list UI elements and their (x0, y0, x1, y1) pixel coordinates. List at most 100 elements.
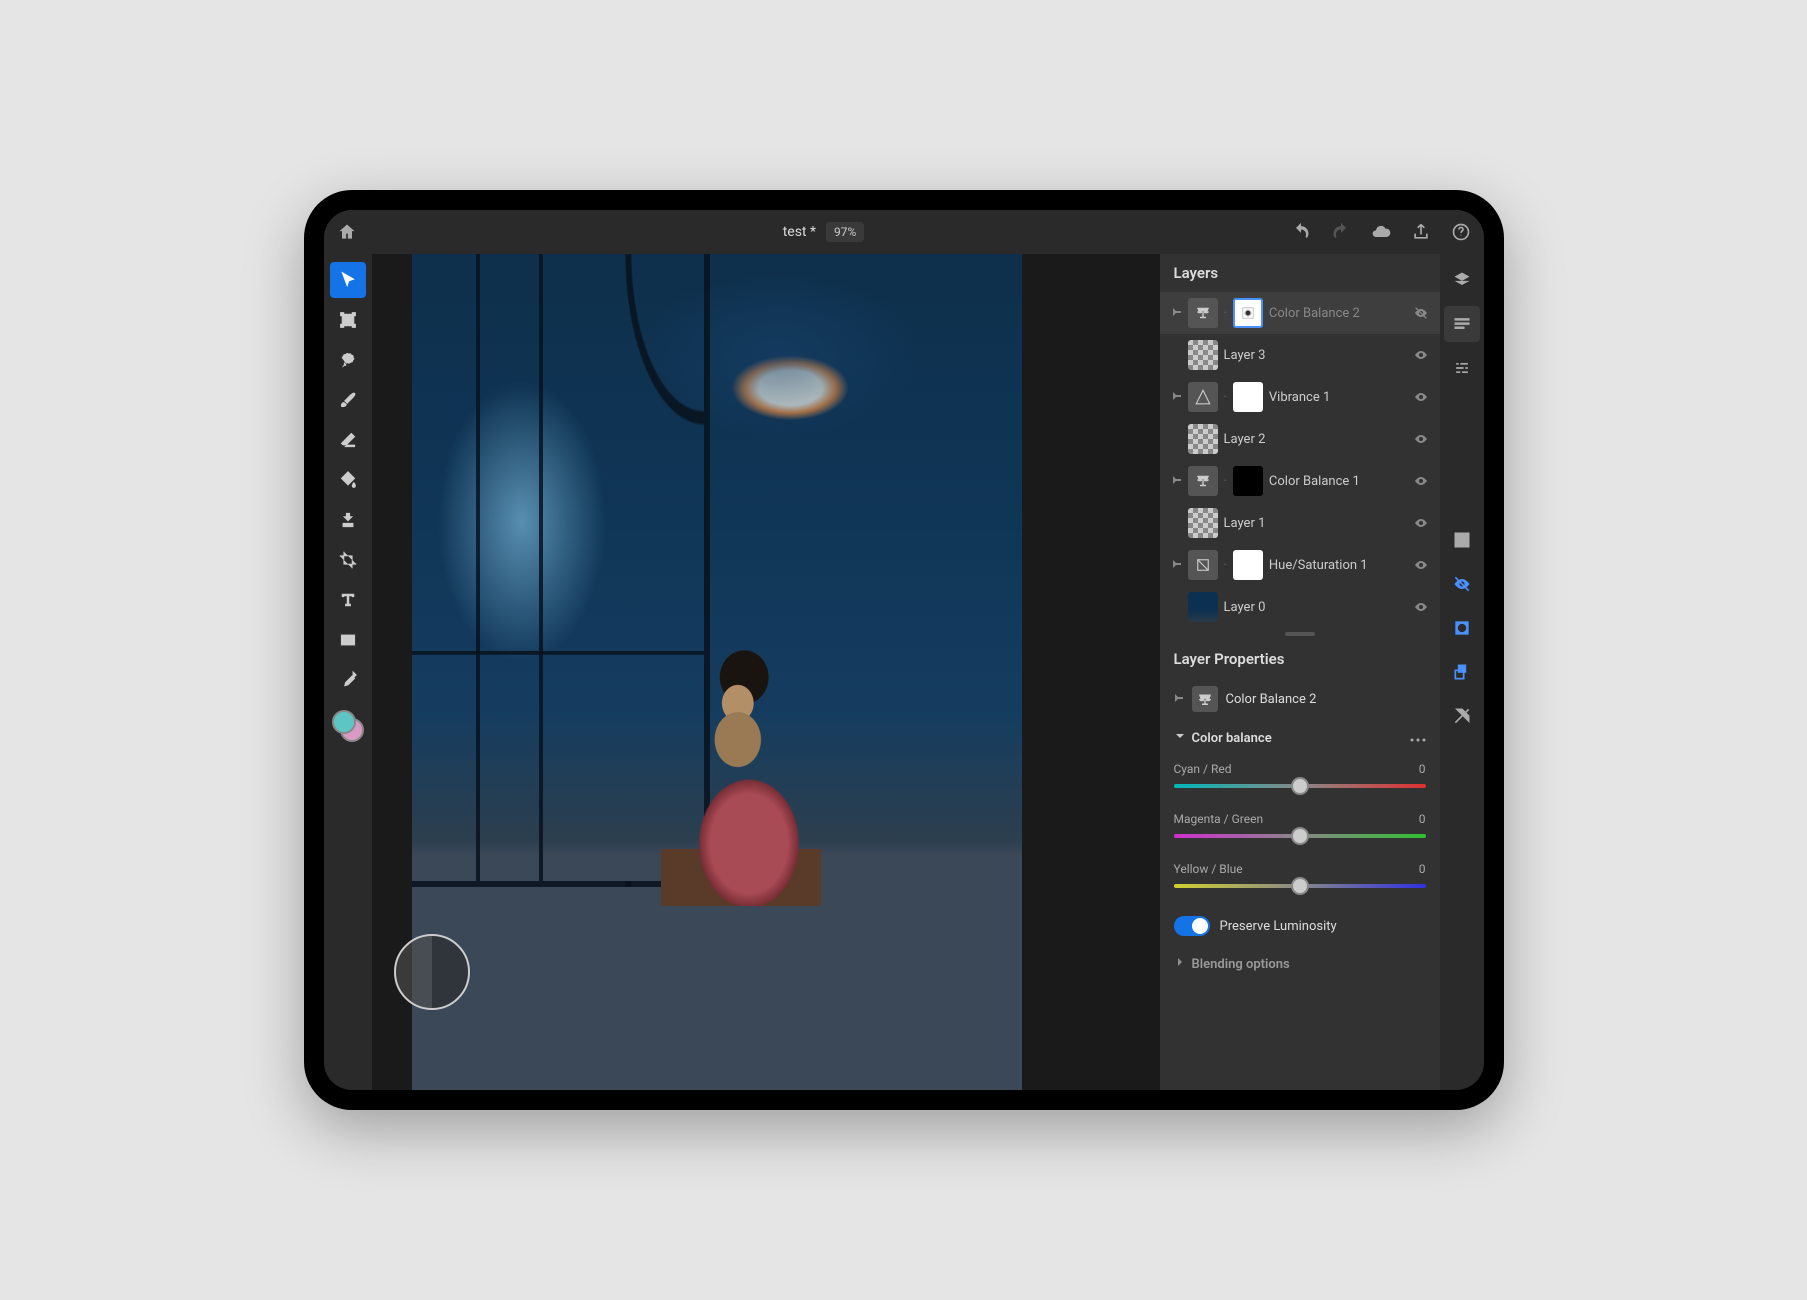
move-tool[interactable] (330, 262, 366, 298)
clip-indicator-icon (1170, 433, 1182, 445)
slider-value: 0 (1419, 812, 1426, 826)
slider-track[interactable] (1174, 784, 1426, 788)
layer-name-label[interactable]: Color Balance 1 (1269, 474, 1406, 489)
redo-button[interactable] (1330, 221, 1352, 243)
blending-options-title: Blending options (1192, 957, 1290, 972)
layers-tab-icon[interactable] (1444, 262, 1480, 298)
visibility-toggle-icon[interactable] (1412, 514, 1430, 532)
layer-thumbnail[interactable] (1188, 550, 1218, 580)
section-more-button[interactable] (1410, 731, 1426, 746)
layer-name-label[interactable]: Vibrance 1 (1269, 390, 1406, 405)
visibility-toggle-icon[interactable] (1412, 556, 1430, 574)
add-layer-button[interactable] (1444, 522, 1480, 558)
place-image-tool[interactable] (330, 622, 366, 658)
color-balance-sliders: Cyan / Red 0 Magenta / Green 0 Yellow / … (1160, 756, 1440, 906)
zoom-level[interactable]: 97% (826, 222, 864, 242)
color-balance-section-title: Color balance (1192, 731, 1272, 746)
layer-properties-name: Color Balance 2 (1226, 692, 1317, 707)
layer-thumbnail[interactable] (1188, 340, 1218, 370)
layer-name-label[interactable]: Color Balance 2 (1269, 306, 1406, 321)
layer-mask-thumbnail[interactable] (1233, 466, 1263, 496)
layer-properties-tab-icon[interactable] (1444, 306, 1480, 342)
blending-options-section-header[interactable]: Blending options (1160, 946, 1440, 982)
crop-tool[interactable] (330, 542, 366, 578)
layer-name-label[interactable]: Layer 2 (1224, 432, 1406, 447)
clip-indicator-icon (1170, 349, 1182, 361)
layer-row[interactable]: · Vibrance 1 (1160, 376, 1440, 418)
layer-row[interactable]: · Hue/Saturation 1 (1160, 544, 1440, 586)
chevron-down-icon (1174, 730, 1186, 746)
layer-thumbnail[interactable] (1188, 592, 1218, 622)
visibility-toggle-icon[interactable] (1412, 472, 1430, 490)
mask-action-icon[interactable] (1444, 610, 1480, 646)
layer-thumbnail[interactable] (1188, 424, 1218, 454)
eyedropper-tool[interactable] (330, 662, 366, 698)
delete-layer-button[interactable] (1444, 698, 1480, 734)
color-swatches[interactable] (332, 710, 364, 742)
slider-thumb[interactable] (1291, 827, 1309, 845)
layer-mask-thumbnail[interactable] (1233, 550, 1263, 580)
touch-shortcut[interactable] (394, 934, 470, 1010)
color-balance-section-header[interactable]: Color balance (1160, 720, 1440, 756)
color-slider: Magenta / Green 0 (1160, 806, 1440, 856)
mask-link-icon[interactable]: · (1224, 390, 1227, 405)
slider-thumb[interactable] (1291, 777, 1309, 795)
type-tool[interactable] (330, 582, 366, 618)
layer-mask-thumbnail[interactable] (1233, 298, 1263, 328)
layer-row[interactable]: · Color Balance 2 (1160, 292, 1440, 334)
canvas-artwork[interactable] (412, 254, 1022, 1090)
clip-indicator-icon (1170, 517, 1182, 529)
slider-track[interactable] (1174, 834, 1426, 838)
layer-thumbnail[interactable] (1188, 508, 1218, 538)
layer-thumbnail[interactable] (1188, 298, 1218, 328)
layer-row[interactable]: Layer 3 (1160, 334, 1440, 376)
visibility-toggle-icon[interactable] (1412, 388, 1430, 406)
clone-tool[interactable] (330, 502, 366, 538)
chevron-right-icon (1174, 956, 1186, 972)
slider-value: 0 (1419, 762, 1426, 776)
layer-name-label[interactable]: Layer 1 (1224, 516, 1406, 531)
layer-thumbnail[interactable] (1188, 382, 1218, 412)
layer-mask-thumbnail[interactable] (1233, 382, 1263, 412)
clip-action-icon[interactable] (1444, 654, 1480, 690)
clip-indicator-icon (1170, 475, 1182, 487)
mask-link-icon[interactable]: · (1224, 474, 1227, 489)
visibility-toggle-icon[interactable] (1412, 304, 1430, 322)
visibility-toggle-icon[interactable] (1412, 430, 1430, 448)
panel-resize-handle[interactable] (1160, 628, 1440, 640)
layer-name-label[interactable]: Layer 3 (1224, 348, 1406, 363)
fill-tool[interactable] (330, 462, 366, 498)
visibility-toggle-icon[interactable] (1412, 598, 1430, 616)
slider-thumb[interactable] (1291, 877, 1309, 895)
help-button[interactable] (1450, 221, 1472, 243)
mask-link-icon[interactable]: · (1224, 306, 1227, 321)
preserve-luminosity-toggle[interactable] (1174, 916, 1210, 936)
adjustments-tab-icon[interactable] (1444, 350, 1480, 386)
brush-tool[interactable] (330, 382, 366, 418)
lasso-tool[interactable] (330, 342, 366, 378)
slider-value: 0 (1419, 862, 1426, 876)
preserve-luminosity-label: Preserve Luminosity (1220, 919, 1337, 934)
mask-link-icon[interactable]: · (1224, 558, 1227, 573)
layer-row[interactable]: Layer 0 (1160, 586, 1440, 628)
slider-label: Magenta / Green (1174, 812, 1264, 826)
transform-tool[interactable] (330, 302, 366, 338)
share-button[interactable] (1410, 221, 1432, 243)
visibility-toggle-icon[interactable] (1412, 346, 1430, 364)
undo-button[interactable] (1290, 221, 1312, 243)
cloud-button[interactable] (1370, 221, 1392, 243)
layer-name-label[interactable]: Hue/Saturation 1 (1269, 558, 1406, 573)
canvas-area[interactable] (372, 254, 1160, 1090)
slider-track[interactable] (1174, 884, 1426, 888)
visibility-action-icon[interactable] (1444, 566, 1480, 602)
eraser-tool[interactable] (330, 422, 366, 458)
home-button[interactable] (336, 221, 358, 243)
slider-label: Cyan / Red (1174, 762, 1232, 776)
layer-row[interactable]: Layer 2 (1160, 418, 1440, 460)
slider-label: Yellow / Blue (1174, 862, 1243, 876)
foreground-color[interactable] (332, 710, 356, 734)
layer-name-label[interactable]: Layer 0 (1224, 600, 1406, 615)
layer-row[interactable]: Layer 1 (1160, 502, 1440, 544)
layer-row[interactable]: · Color Balance 1 (1160, 460, 1440, 502)
layer-thumbnail[interactable] (1188, 466, 1218, 496)
